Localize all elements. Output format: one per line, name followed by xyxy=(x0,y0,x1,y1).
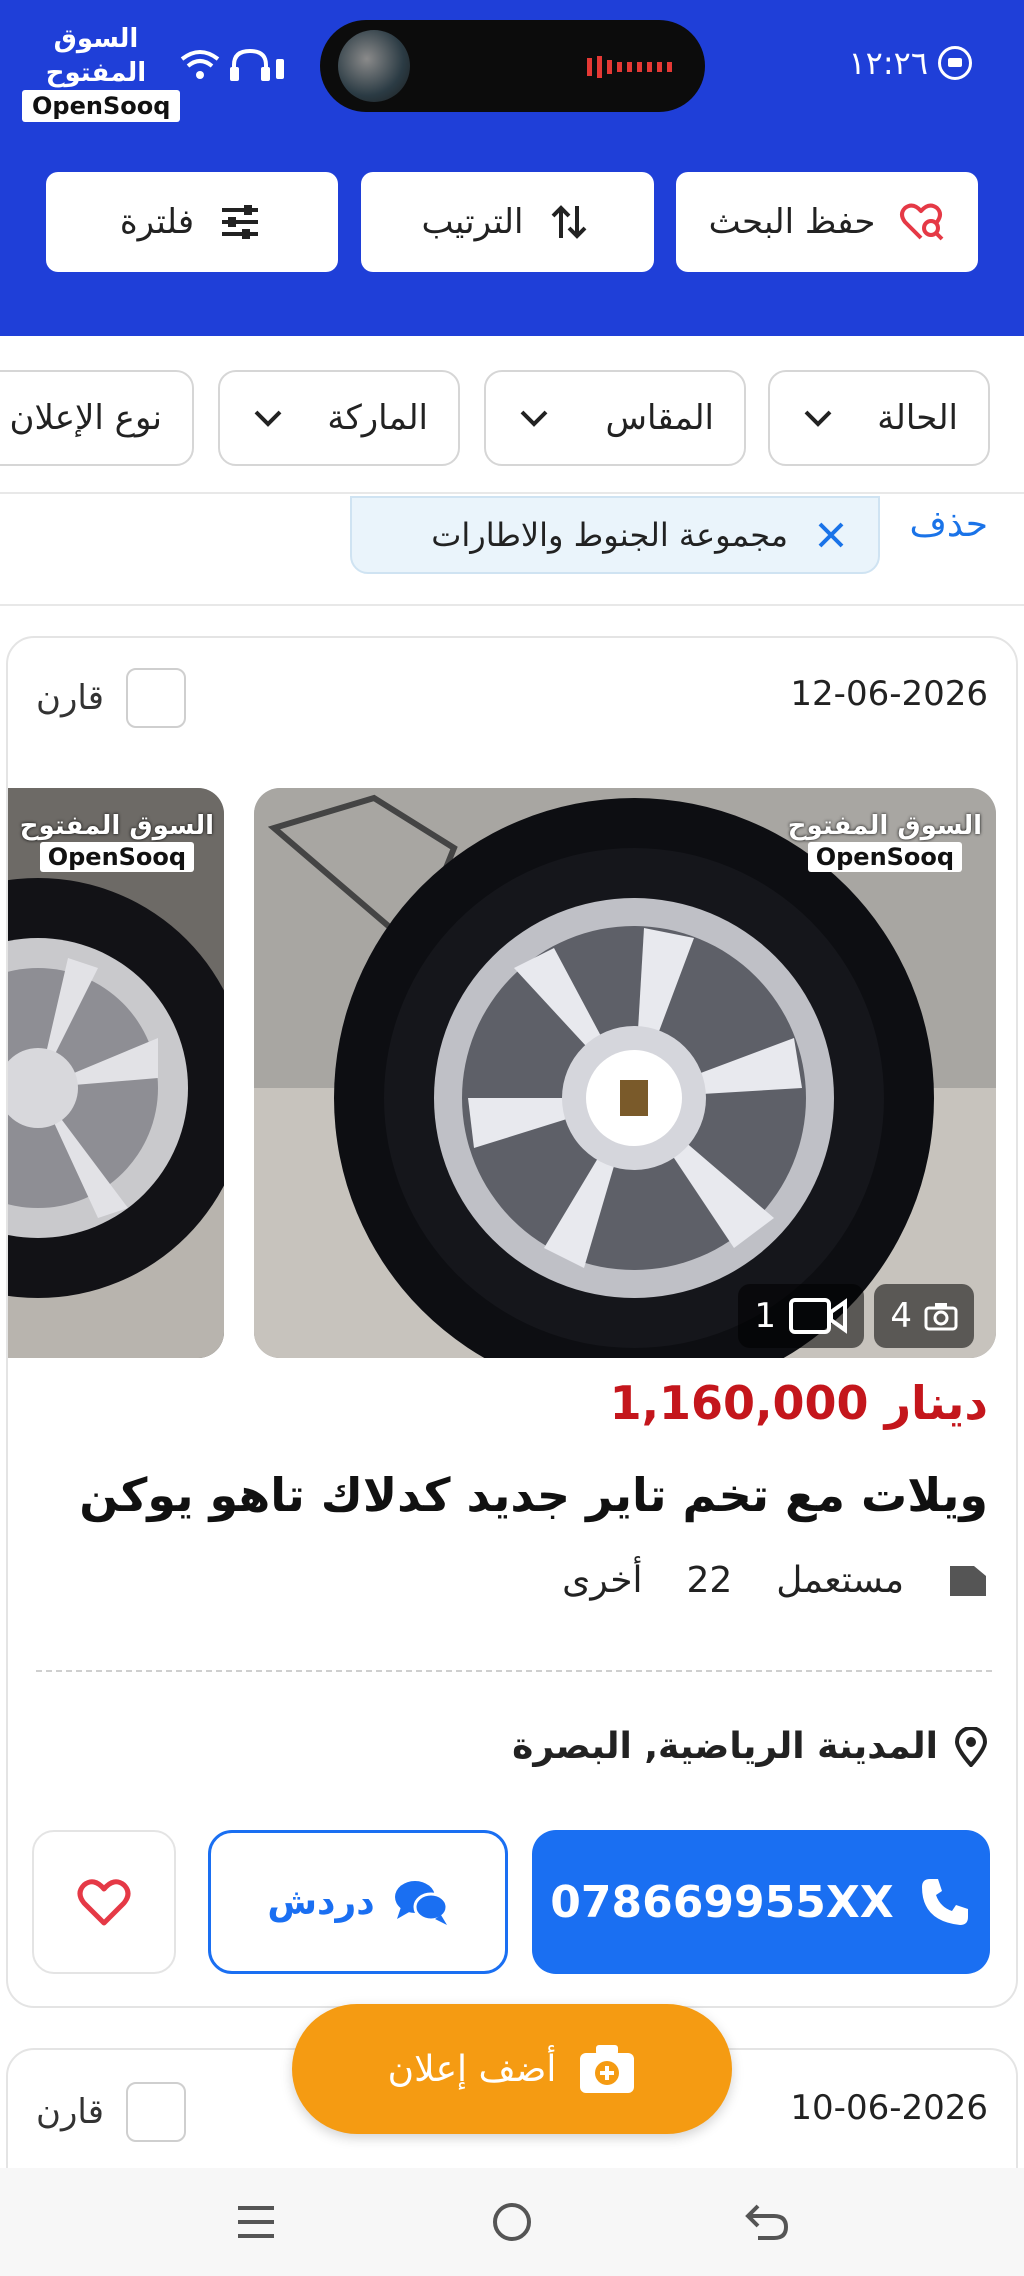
meta-size: 22 xyxy=(686,1560,733,1601)
chat-label: دردش xyxy=(267,1881,375,1923)
favorite-button[interactable] xyxy=(32,1830,176,1974)
divider xyxy=(0,604,1024,606)
chip-label: الماركة xyxy=(327,398,428,438)
add-photo-icon xyxy=(580,2045,635,2093)
save-search-label: حفظ البحث xyxy=(708,202,876,242)
listing-date: 10-06-2026 xyxy=(790,2088,988,2128)
logo-arabic-text: السوق المفتوح xyxy=(45,24,147,88)
listing-card[interactable]: 12-06-2026 قارن السوق المفتوح OpenSooq ا… xyxy=(6,636,1018,2008)
filter-label: فلترة xyxy=(119,202,195,242)
active-filters-row: مجموعة الجنوط والاطارات حذف xyxy=(0,496,1024,576)
audio-wave-icon xyxy=(587,56,672,78)
opensooq-logo: السوق المفتوح OpenSooq xyxy=(22,22,181,122)
sort-arrows-icon xyxy=(552,205,587,239)
chat-bubbles-icon xyxy=(394,1881,449,1925)
dynamic-island[interactable] xyxy=(320,20,705,112)
compare-checkbox[interactable] xyxy=(126,668,186,728)
sliders-icon xyxy=(222,205,259,239)
listing-price: 1,160,000 دينار xyxy=(609,1376,988,1430)
listing-meta: أخرى 22 مستعمل xyxy=(562,1560,988,1601)
back-icon[interactable] xyxy=(740,2194,796,2250)
compare-toggle[interactable]: قارن xyxy=(36,668,186,728)
meta-type: أخرى xyxy=(562,1560,643,1601)
chip-label: الحالة xyxy=(877,398,958,438)
home-icon[interactable] xyxy=(484,2194,540,2250)
chip-ad-type[interactable]: نوع الإعلان xyxy=(0,370,194,466)
chip-label: نوع الإعلان xyxy=(9,398,162,438)
media-avatar xyxy=(338,30,410,102)
photo-count: 4 xyxy=(890,1296,912,1336)
chip-condition[interactable]: الحالة xyxy=(768,370,990,466)
watermark: السوق المفتوح OpenSooq xyxy=(20,810,214,872)
heart-search-icon xyxy=(900,203,944,241)
divider xyxy=(0,492,1024,494)
dashed-divider xyxy=(36,1670,992,1672)
tag-icon xyxy=(950,1565,986,1596)
status-clock: ١٢:٢٦ xyxy=(848,44,972,82)
location-text: المدينة الرياضية, البصرة xyxy=(512,1726,938,1767)
listing-location: المدينة الرياضية, البصرة xyxy=(512,1726,988,1767)
watermark-english: OpenSooq xyxy=(807,842,963,872)
compare-label: قارن xyxy=(36,2092,104,2132)
listing-photo-secondary[interactable]: السوق المفتوح OpenSooq xyxy=(8,788,224,1358)
camera-icon xyxy=(924,1303,958,1331)
compare-toggle[interactable]: قارن xyxy=(36,2082,186,2142)
wheel-photo xyxy=(8,788,224,1358)
sort-button[interactable]: الترتيب xyxy=(361,172,654,272)
location-pin-icon xyxy=(954,1726,988,1767)
chevron-down-icon xyxy=(520,410,548,427)
app-header: السوق المفتوح OpenSooq ١٢:٢٦ حفظ البحث ا… xyxy=(0,0,1024,336)
chip-label: المقاس xyxy=(605,398,714,438)
save-search-button[interactable]: حفظ البحث xyxy=(676,172,978,272)
call-button[interactable]: 078669955XX xyxy=(532,1830,990,1974)
compare-label: قارن xyxy=(36,678,104,718)
close-icon[interactable] xyxy=(814,518,848,552)
watermark: السوق المفتوح OpenSooq xyxy=(788,810,982,872)
video-count-badge: 1 xyxy=(738,1284,864,1348)
watermark-english: OpenSooq xyxy=(39,842,195,872)
filter-button[interactable]: فلترة xyxy=(46,172,338,272)
sort-label: الترتيب xyxy=(421,202,524,242)
menu-icon[interactable] xyxy=(228,2194,284,2250)
watermark-arabic: السوق المفتوح xyxy=(787,811,982,841)
add-listing-label: أضف إعلان xyxy=(387,2048,557,2090)
watermark-arabic: السوق المفتوح xyxy=(19,811,214,841)
chat-button[interactable]: دردش xyxy=(208,1830,508,1974)
filter-chips-row: الحالة المقاس الماركة نوع الإعلان xyxy=(0,370,1024,466)
clear-filters-link[interactable]: حذف xyxy=(910,504,988,545)
wheel-photo xyxy=(254,788,996,1358)
time-text: ١٢:٢٦ xyxy=(848,44,928,82)
active-filter-tag[interactable]: مجموعة الجنوط والاطارات xyxy=(350,496,880,574)
chip-size[interactable]: المقاس xyxy=(484,370,746,466)
listing-photo-main[interactable]: السوق المفتوح OpenSooq 4 1 xyxy=(254,788,996,1358)
photo-count-badge: 4 xyxy=(874,1284,974,1348)
meta-condition: مستعمل xyxy=(776,1560,904,1601)
compare-checkbox[interactable] xyxy=(126,2082,186,2142)
wifi-headphones-icons xyxy=(180,48,284,81)
phone-icon xyxy=(921,1879,968,1925)
video-camera-icon xyxy=(789,1298,847,1334)
listing-title[interactable]: ويلات مع تخم تاير جديد كدلاك تاهو يوكن xyxy=(79,1468,988,1522)
heart-icon xyxy=(77,1879,131,1926)
chevron-down-icon xyxy=(254,410,282,427)
listing-date: 12-06-2026 xyxy=(790,674,988,714)
screen-record-icon xyxy=(938,46,972,80)
logo-english-text: OpenSooq xyxy=(22,90,181,122)
add-listing-button[interactable]: أضف إعلان xyxy=(292,2004,732,2134)
video-count: 1 xyxy=(754,1296,776,1336)
active-filter-label: مجموعة الجنوط والاطارات xyxy=(431,516,788,554)
chevron-down-icon xyxy=(804,410,832,427)
chip-brand[interactable]: الماركة xyxy=(218,370,460,466)
phone-number: 078669955XX xyxy=(550,1876,894,1928)
status-bar: السوق المفتوح OpenSooq ١٢:٢٦ xyxy=(0,0,1024,130)
system-nav-bar xyxy=(0,2168,1024,2276)
